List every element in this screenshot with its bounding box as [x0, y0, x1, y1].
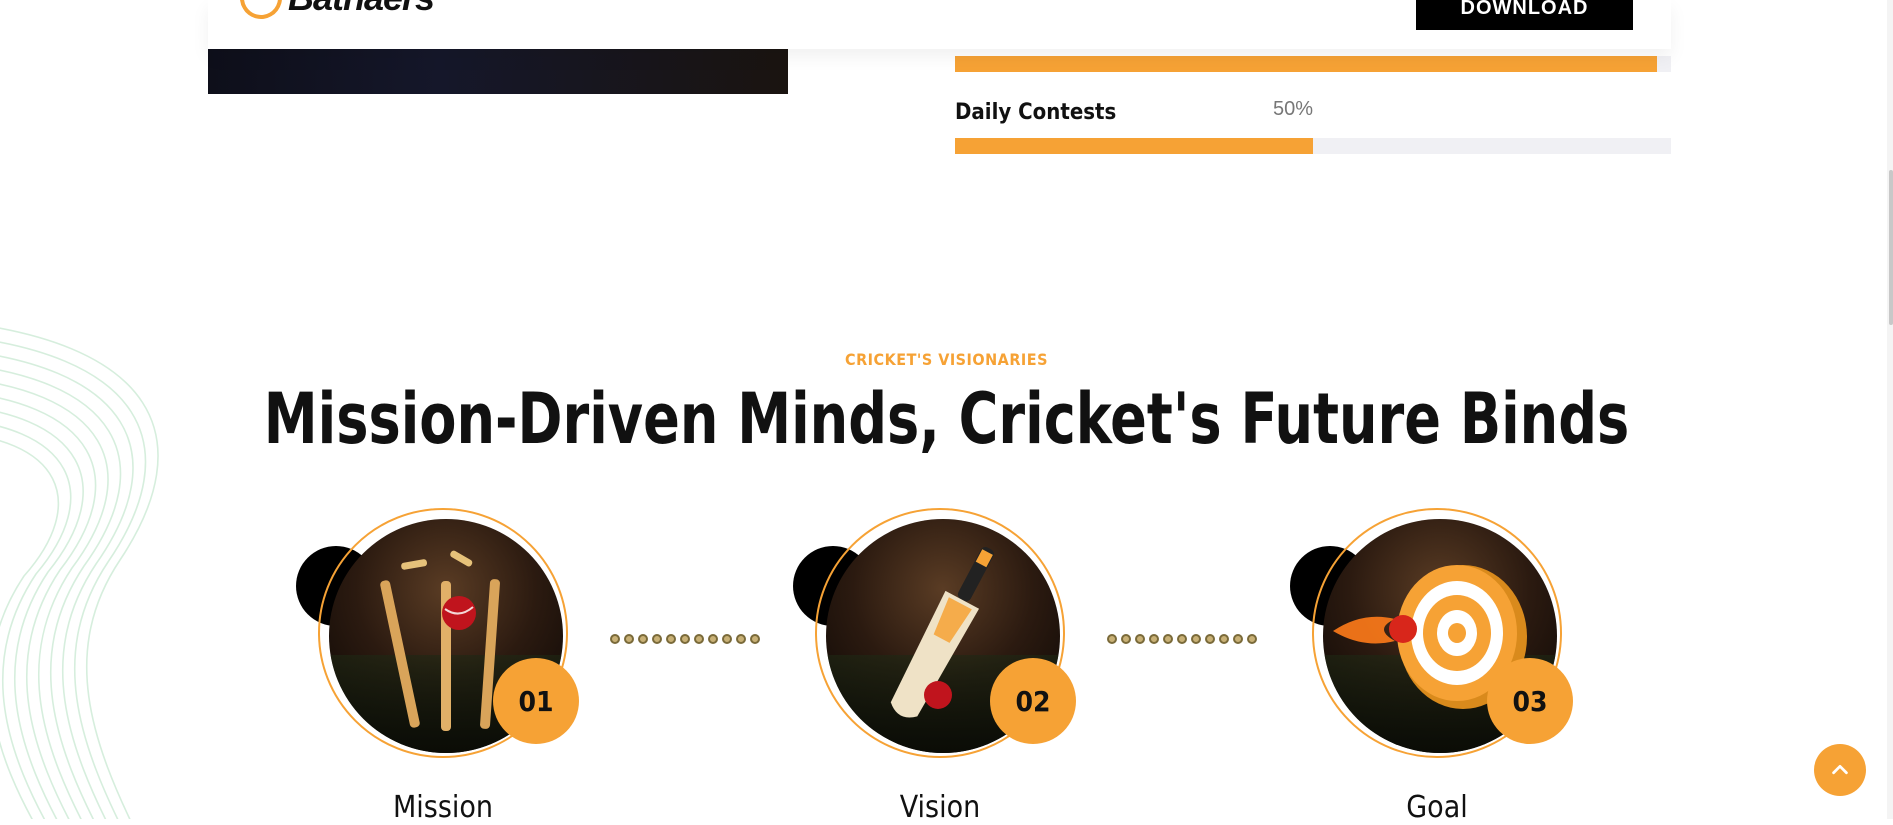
item-title-goal: Goal [1406, 790, 1468, 825]
progress-bar-top [955, 56, 1671, 72]
back-to-top-button[interactable] [1814, 744, 1866, 796]
scrollbar-thumb[interactable] [1889, 170, 1893, 325]
logo-ball-icon [232, 0, 290, 27]
progress-fill-daily-contests [955, 138, 1313, 154]
section-title: Mission-Driven Minds, Cricket's Future B… [263, 378, 1630, 460]
item-title-vision: Vision [899, 790, 981, 825]
mission-card: 01 Mission [296, 508, 579, 825]
logo-text: Batnaers [288, 0, 435, 19]
page-scrollbar[interactable] [1887, 0, 1893, 819]
chevron-up-icon [1832, 764, 1848, 775]
vision-card: 02 Vision [793, 508, 1076, 825]
item-title-mission: Mission [392, 790, 494, 825]
logo[interactable]: Batnaers [232, 0, 435, 27]
progress-label-daily-contests: Daily Contests [955, 100, 1117, 125]
progress-fill-top [955, 56, 1657, 72]
progress-bar-daily-contests [955, 138, 1671, 154]
progress-value-daily-contests: 50% [1273, 98, 1314, 120]
section-eyebrow: CRICKET'S VISIONARIES [845, 350, 1048, 369]
item-number: 01 [493, 658, 579, 744]
download-button[interactable]: DOWNLOAD [1416, 0, 1633, 30]
connector-dots [610, 634, 760, 644]
connector-dots [1107, 634, 1257, 644]
item-number: 02 [990, 658, 1076, 744]
item-number: 03 [1487, 658, 1573, 744]
about-image [208, 49, 788, 94]
site-header: Batnaers DOWNLOAD [208, 0, 1671, 49]
goal-card: 03 Goal [1290, 508, 1573, 825]
